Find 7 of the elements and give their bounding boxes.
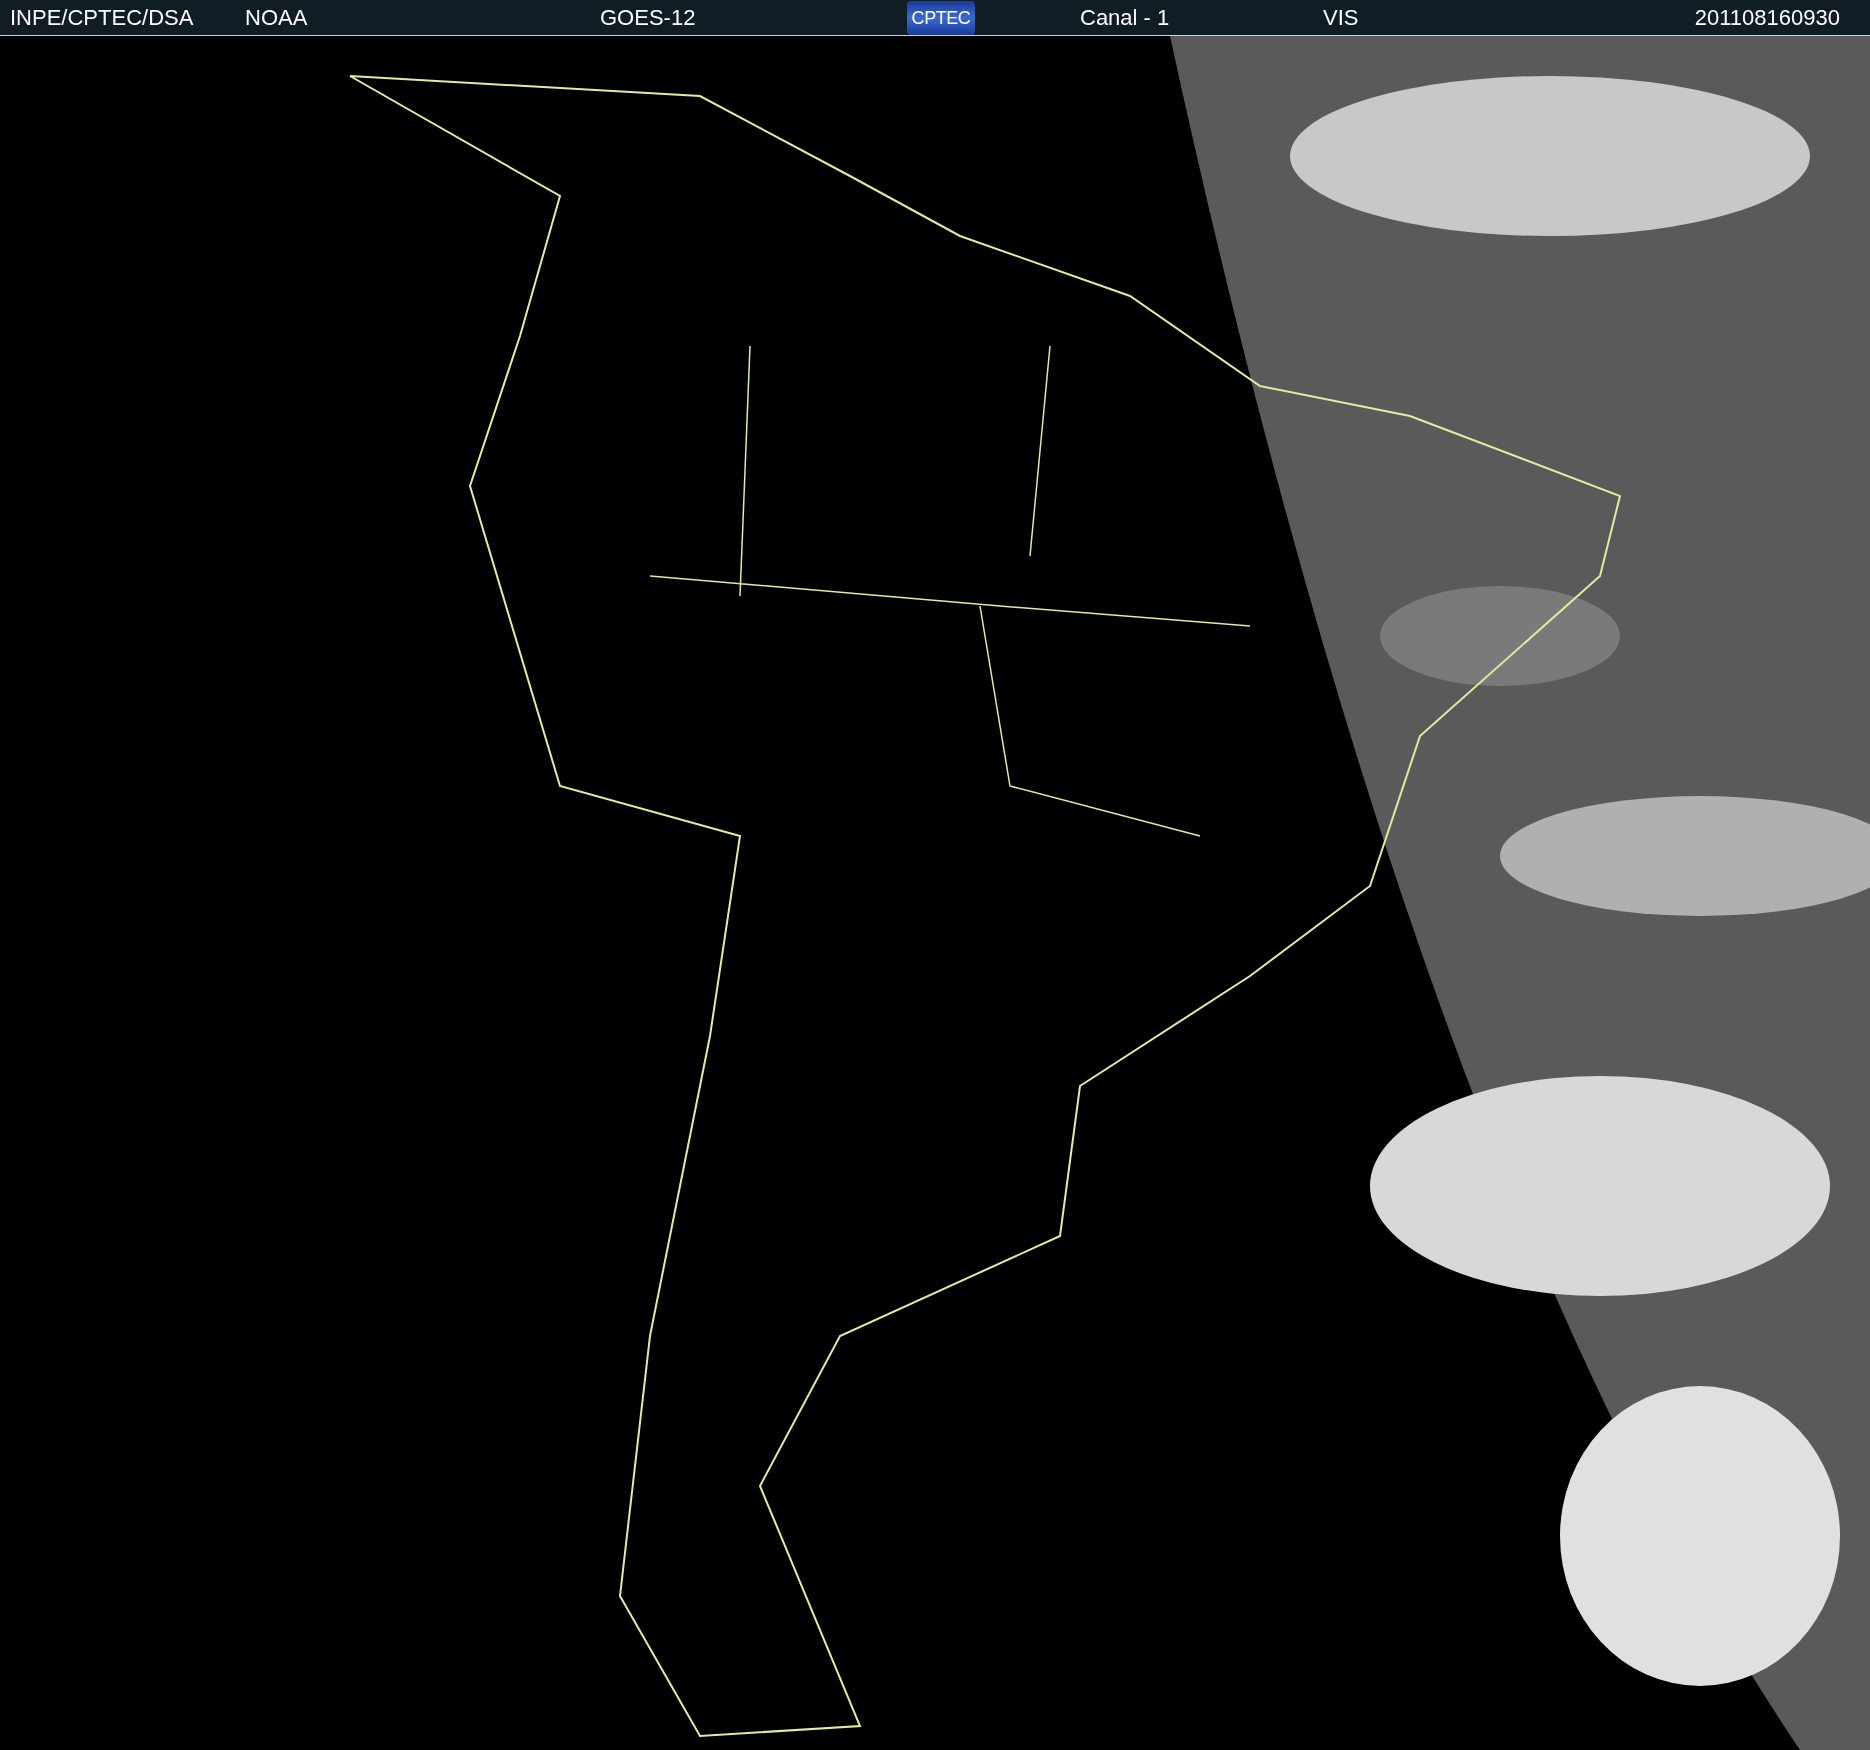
logo: CPTEC	[907, 1, 975, 36]
header-label: GOES-12	[600, 5, 696, 30]
header-label: VIS	[1323, 5, 1359, 30]
header-label: 201108160930	[1694, 5, 1840, 30]
header-label: NOAA	[245, 5, 308, 30]
header-label: Canal - 1	[1080, 5, 1170, 30]
header-label: INPE/CPTEC/DSA	[10, 5, 194, 30]
